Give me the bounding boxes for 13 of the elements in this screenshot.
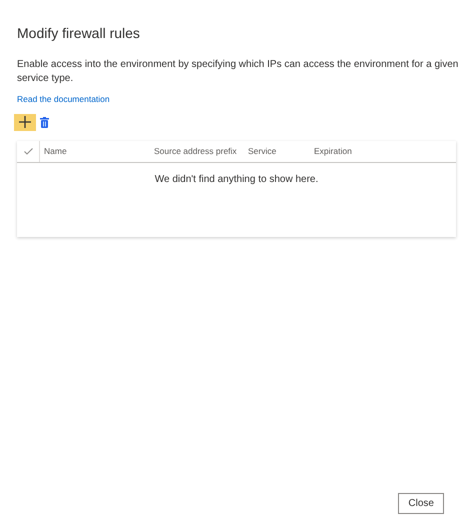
column-header[interactable]: Source address prefix xyxy=(150,144,244,158)
description: Enable access into the environment by specifying which IPs can access the environment for a given service type. xyxy=(17,58,460,86)
column-header[interactable]: Name xyxy=(40,144,150,158)
documentation-link[interactable]: Read the documentation xyxy=(17,93,110,106)
column-header[interactable]: Service xyxy=(244,144,310,158)
checkmark-icon[interactable] xyxy=(24,148,32,155)
column-header[interactable]: Expiration xyxy=(310,144,410,158)
dialog-title: Modify firewall rules xyxy=(17,24,141,42)
close-button[interactable]: Close xyxy=(398,493,444,514)
empty-message: We didn't find anything to show here. xyxy=(154,172,320,187)
plus-icon xyxy=(19,116,31,128)
trash-icon xyxy=(40,116,49,128)
add-button[interactable] xyxy=(14,114,36,131)
